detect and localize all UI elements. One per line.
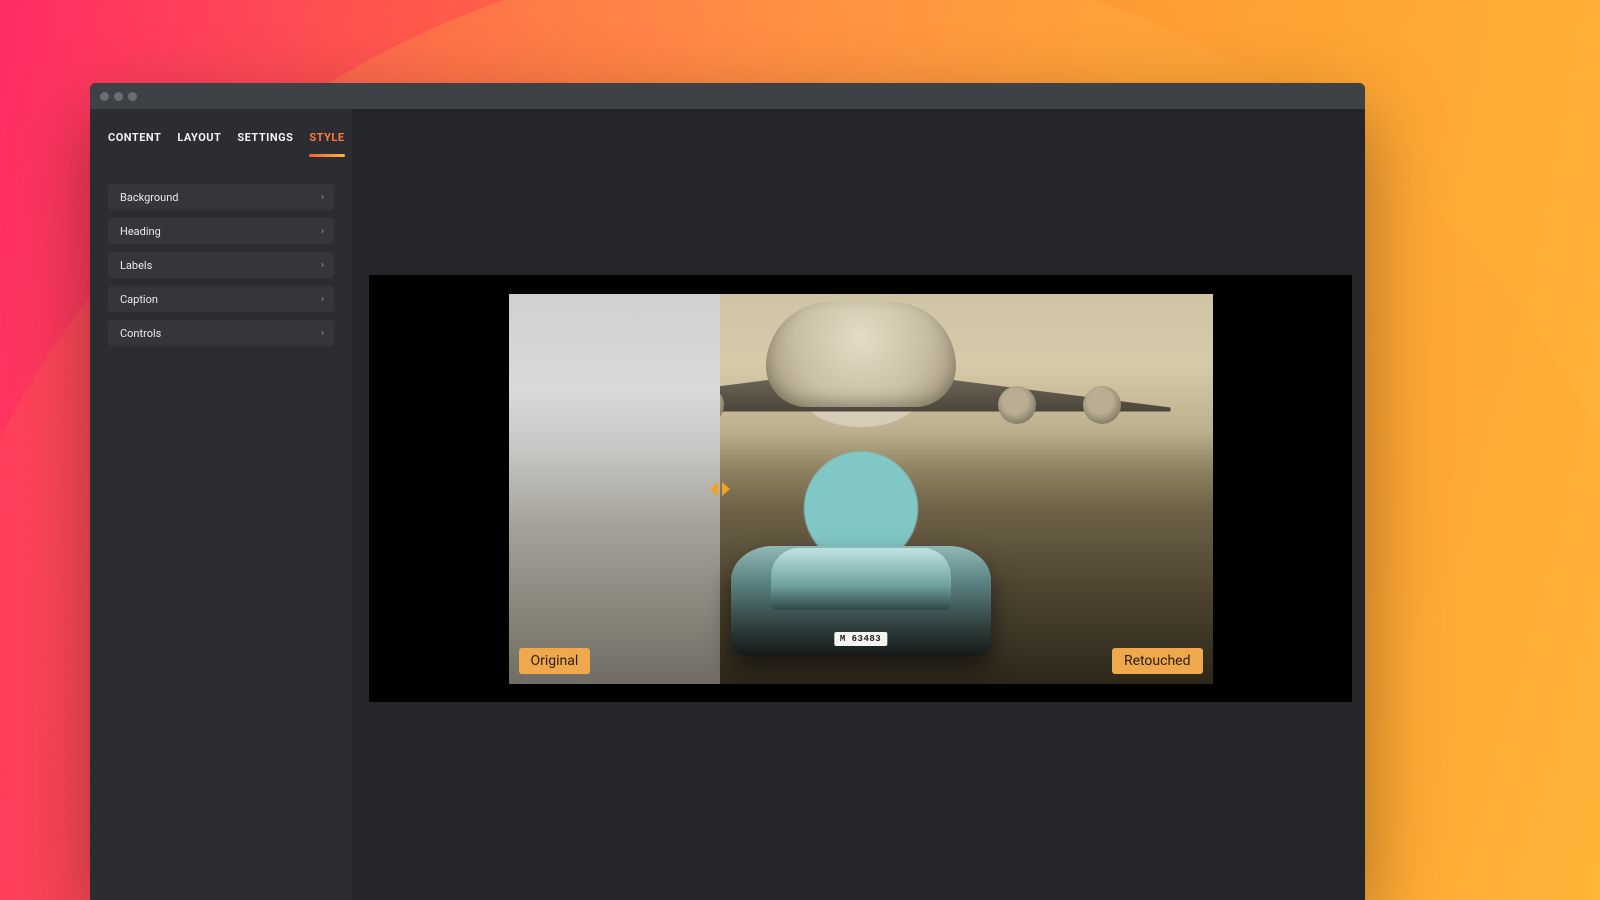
style-accordion-list: Background › Heading › Labels › Caption … bbox=[90, 156, 352, 346]
tab-settings-label: SETTINGS bbox=[237, 131, 293, 144]
window-zoom-dot[interactable] bbox=[128, 92, 137, 101]
tab-settings[interactable]: SETTINGS bbox=[237, 131, 293, 156]
accordion-item-label: Labels bbox=[120, 259, 152, 272]
page-backdrop: CONTENT LAYOUT SETTINGS STYLE Background… bbox=[0, 0, 1600, 900]
image-before bbox=[509, 294, 720, 684]
preview-area: M 63483 Original Retouched bbox=[352, 109, 1365, 900]
sidebar-tabs: CONTENT LAYOUT SETTINGS STYLE bbox=[90, 109, 352, 156]
comparison-stage: M 63483 Original Retouched bbox=[369, 275, 1352, 702]
accordion-item-label: Background bbox=[120, 191, 178, 204]
comparison-slider[interactable]: M 63483 Original Retouched bbox=[509, 294, 1213, 684]
arrow-left-icon bbox=[710, 482, 718, 496]
chevron-right-icon: › bbox=[321, 294, 324, 305]
accordion-item-heading[interactable]: Heading › bbox=[108, 218, 334, 244]
tab-content-label: CONTENT bbox=[108, 131, 161, 144]
tab-content[interactable]: CONTENT bbox=[108, 131, 161, 156]
app-body: CONTENT LAYOUT SETTINGS STYLE Background… bbox=[90, 109, 1365, 900]
tab-style[interactable]: STYLE bbox=[309, 131, 344, 156]
chevron-right-icon: › bbox=[321, 192, 324, 203]
sidebar: CONTENT LAYOUT SETTINGS STYLE Background… bbox=[90, 109, 352, 900]
license-plate: M 63483 bbox=[834, 632, 887, 646]
window-close-dot[interactable] bbox=[100, 92, 109, 101]
chevron-right-icon: › bbox=[321, 226, 324, 237]
comparison-label-before: Original bbox=[519, 648, 591, 674]
plane-engine-graphic bbox=[1083, 386, 1121, 424]
accordion-item-caption[interactable]: Caption › bbox=[108, 286, 334, 312]
tab-layout-label: LAYOUT bbox=[177, 131, 221, 144]
window-titlebar bbox=[90, 83, 1365, 109]
arrow-right-icon bbox=[722, 482, 730, 496]
chevron-right-icon: › bbox=[321, 260, 324, 271]
window-minimize-dot[interactable] bbox=[114, 92, 123, 101]
tab-layout[interactable]: LAYOUT bbox=[177, 131, 221, 156]
chevron-right-icon: › bbox=[321, 328, 324, 339]
accordion-item-label: Heading bbox=[120, 225, 161, 238]
comparison-divider-handle[interactable] bbox=[705, 477, 735, 501]
accordion-item-label: Controls bbox=[120, 327, 161, 340]
comparison-label-after: Retouched bbox=[1112, 648, 1203, 674]
app-window: CONTENT LAYOUT SETTINGS STYLE Background… bbox=[90, 83, 1365, 900]
accordion-item-background[interactable]: Background › bbox=[108, 184, 334, 210]
accordion-item-controls[interactable]: Controls › bbox=[108, 320, 334, 346]
accordion-item-labels[interactable]: Labels › bbox=[108, 252, 334, 278]
image-before-clip bbox=[509, 294, 720, 684]
plane-engine-graphic bbox=[998, 386, 1036, 424]
accordion-item-label: Caption bbox=[120, 293, 158, 306]
tab-style-label: STYLE bbox=[309, 131, 344, 144]
